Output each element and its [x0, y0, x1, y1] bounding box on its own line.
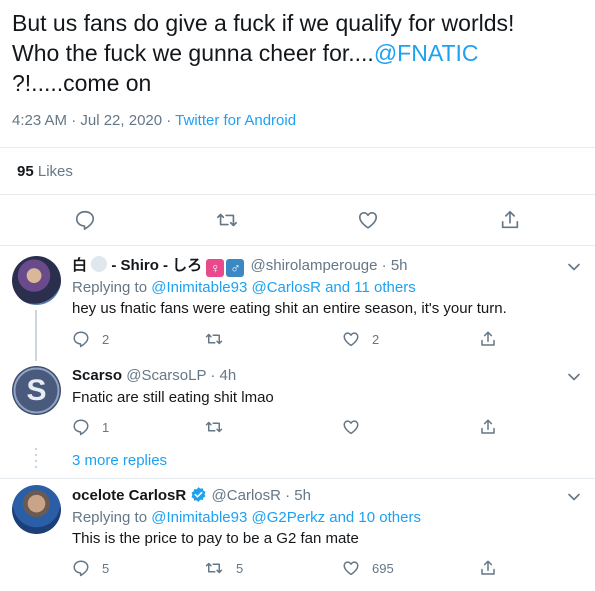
tweet-line-1: But us fans do give a fuck if we qualify… — [12, 10, 515, 36]
verified-badge-icon — [191, 487, 206, 502]
user-handle[interactable]: @shirolamperouge — [251, 257, 378, 274]
share-button[interactable] — [479, 558, 497, 578]
female-sign-icon: ♀ — [206, 259, 225, 277]
male-sign-icon: ♂ — [226, 259, 245, 277]
reply-header: Scarso @ScarsoLP · 4h — [72, 366, 236, 386]
retweet-icon — [205, 562, 223, 574]
reply-text: hey us fnatic fans were eating shit an e… — [72, 300, 507, 317]
reply-text: Fnatic are still eating shit lmao — [72, 389, 274, 406]
display-name[interactable]: - Shiro - しろ — [111, 257, 202, 274]
avatar[interactable] — [12, 485, 61, 534]
tweet-meta: 4:23 AM · Jul 22, 2020 · Twitter for And… — [12, 112, 296, 129]
share-button[interactable] — [498, 208, 522, 232]
more-replies-link[interactable]: 3 more replies — [72, 452, 167, 469]
retweet-button[interactable] — [215, 208, 239, 232]
reply-action-bar: 5 5 695 — [72, 558, 572, 578]
share-button[interactable] — [479, 329, 497, 349]
chevron-down-icon[interactable] — [567, 490, 581, 504]
like-button[interactable] — [342, 417, 372, 437]
user-handle[interactable]: @CarlosR — [212, 487, 281, 504]
reply-icon — [73, 331, 89, 348]
heart-icon — [358, 212, 378, 229]
tweet-source-link[interactable]: Twitter for Android — [175, 112, 296, 129]
display-name[interactable]: Scarso — [72, 367, 122, 384]
reply-text: This is the price to pay to be a G2 fan … — [72, 530, 359, 547]
share-icon — [481, 419, 495, 434]
svg-text:S: S — [26, 374, 46, 407]
reply-tweet[interactable]: ocelote CarlosR @CarlosR · 5h Replying t… — [0, 479, 595, 591]
reply-tweet[interactable]: 白 - Shiro - しろ ♀ ♂ @shirolamperouge · 5h … — [0, 246, 595, 361]
retweet-icon — [217, 213, 237, 227]
like-button[interactable] — [356, 208, 380, 232]
like-button[interactable]: 695 — [342, 558, 394, 578]
replying-to-label: Replying to — [72, 509, 152, 526]
chevron-down-icon[interactable] — [567, 370, 581, 384]
heart-icon — [343, 561, 359, 576]
replying-to-label: Replying to — [72, 279, 152, 296]
reply-button[interactable]: 2 — [72, 329, 109, 349]
retweet-icon — [205, 421, 223, 433]
white-circle-icon — [91, 256, 108, 272]
thread-dots — [34, 447, 38, 469]
likes-label: Likes — [37, 163, 73, 180]
replying-to-targets[interactable]: @Inimitable93 @CarlosR and 11 others — [151, 279, 415, 296]
share-icon — [481, 331, 495, 346]
reply-button[interactable]: 1 — [72, 417, 109, 437]
reply-count: 2 — [102, 331, 110, 347]
reply-time[interactable]: · 5h — [378, 257, 408, 274]
reply-time[interactable]: · 5h — [281, 487, 311, 504]
retweet-button[interactable] — [204, 329, 236, 349]
likes-stat[interactable]: 95 Likes — [17, 163, 73, 180]
like-count: 2 — [372, 331, 380, 347]
share-icon — [481, 560, 495, 575]
main-action-bar — [0, 208, 595, 232]
tweet-line-2: Who the fuck we gunna cheer for.... — [12, 40, 374, 66]
reply-button[interactable]: 5 — [72, 558, 109, 578]
reply-button[interactable] — [73, 208, 97, 232]
reply-icon — [73, 419, 89, 436]
reply-tweet[interactable]: S Scarso @ScarsoLP · 4h Fnatic are still… — [0, 361, 595, 481]
reply-action-bar: 1 — [72, 417, 572, 437]
reply-icon — [73, 560, 89, 577]
reply-count: 5 — [102, 560, 110, 576]
tweet-timestamp[interactable]: 4:23 AM · Jul 22, 2020 — [12, 112, 162, 129]
like-count: 695 — [372, 560, 394, 576]
heart-icon — [343, 420, 359, 435]
display-name-prefix[interactable]: 白 — [72, 257, 87, 274]
divider — [0, 147, 595, 148]
replying-to-targets[interactable]: @Inimitable93 @G2Perkz and 10 others — [151, 509, 421, 526]
reply-header: ocelote CarlosR @CarlosR · 5h — [72, 486, 311, 506]
like-button[interactable]: 2 — [342, 329, 379, 349]
chevron-down-icon[interactable] — [567, 260, 581, 274]
tweet-text: But us fans do give a fuck if we qualify… — [12, 8, 587, 98]
avatar[interactable] — [12, 256, 61, 305]
display-name[interactable]: ocelote CarlosR — [72, 487, 186, 504]
replying-to: Replying to @Inimitable93 @CarlosR and 1… — [72, 278, 416, 298]
avatar[interactable]: S — [12, 366, 61, 415]
divider — [0, 194, 595, 195]
likes-count: 95 — [17, 163, 34, 180]
reply-action-bar: 2 2 — [72, 329, 572, 349]
mention-link[interactable]: @FNATIC — [374, 40, 479, 66]
share-button[interactable] — [479, 417, 497, 437]
reply-count: 1 — [102, 419, 110, 435]
retweet-count: 5 — [236, 560, 244, 576]
reply-header: 白 - Shiro - しろ ♀ ♂ @shirolamperouge · 5h — [72, 256, 408, 277]
share-icon — [501, 210, 519, 229]
thread-line — [35, 310, 37, 361]
retweet-button[interactable]: 5 — [204, 558, 243, 578]
meta-separator: · — [162, 112, 176, 129]
reply-time[interactable]: · 4h — [206, 367, 236, 384]
retweet-button[interactable] — [204, 417, 236, 437]
user-handle[interactable]: @ScarsoLP — [126, 367, 206, 384]
retweet-icon — [205, 333, 223, 345]
reply-icon — [75, 210, 95, 230]
tweet-line-3: ?!.....come on — [12, 70, 152, 96]
replying-to: Replying to @Inimitable93 @G2Perkz and 1… — [72, 508, 421, 528]
s-logo-icon: S — [13, 367, 60, 414]
heart-icon — [343, 332, 359, 347]
